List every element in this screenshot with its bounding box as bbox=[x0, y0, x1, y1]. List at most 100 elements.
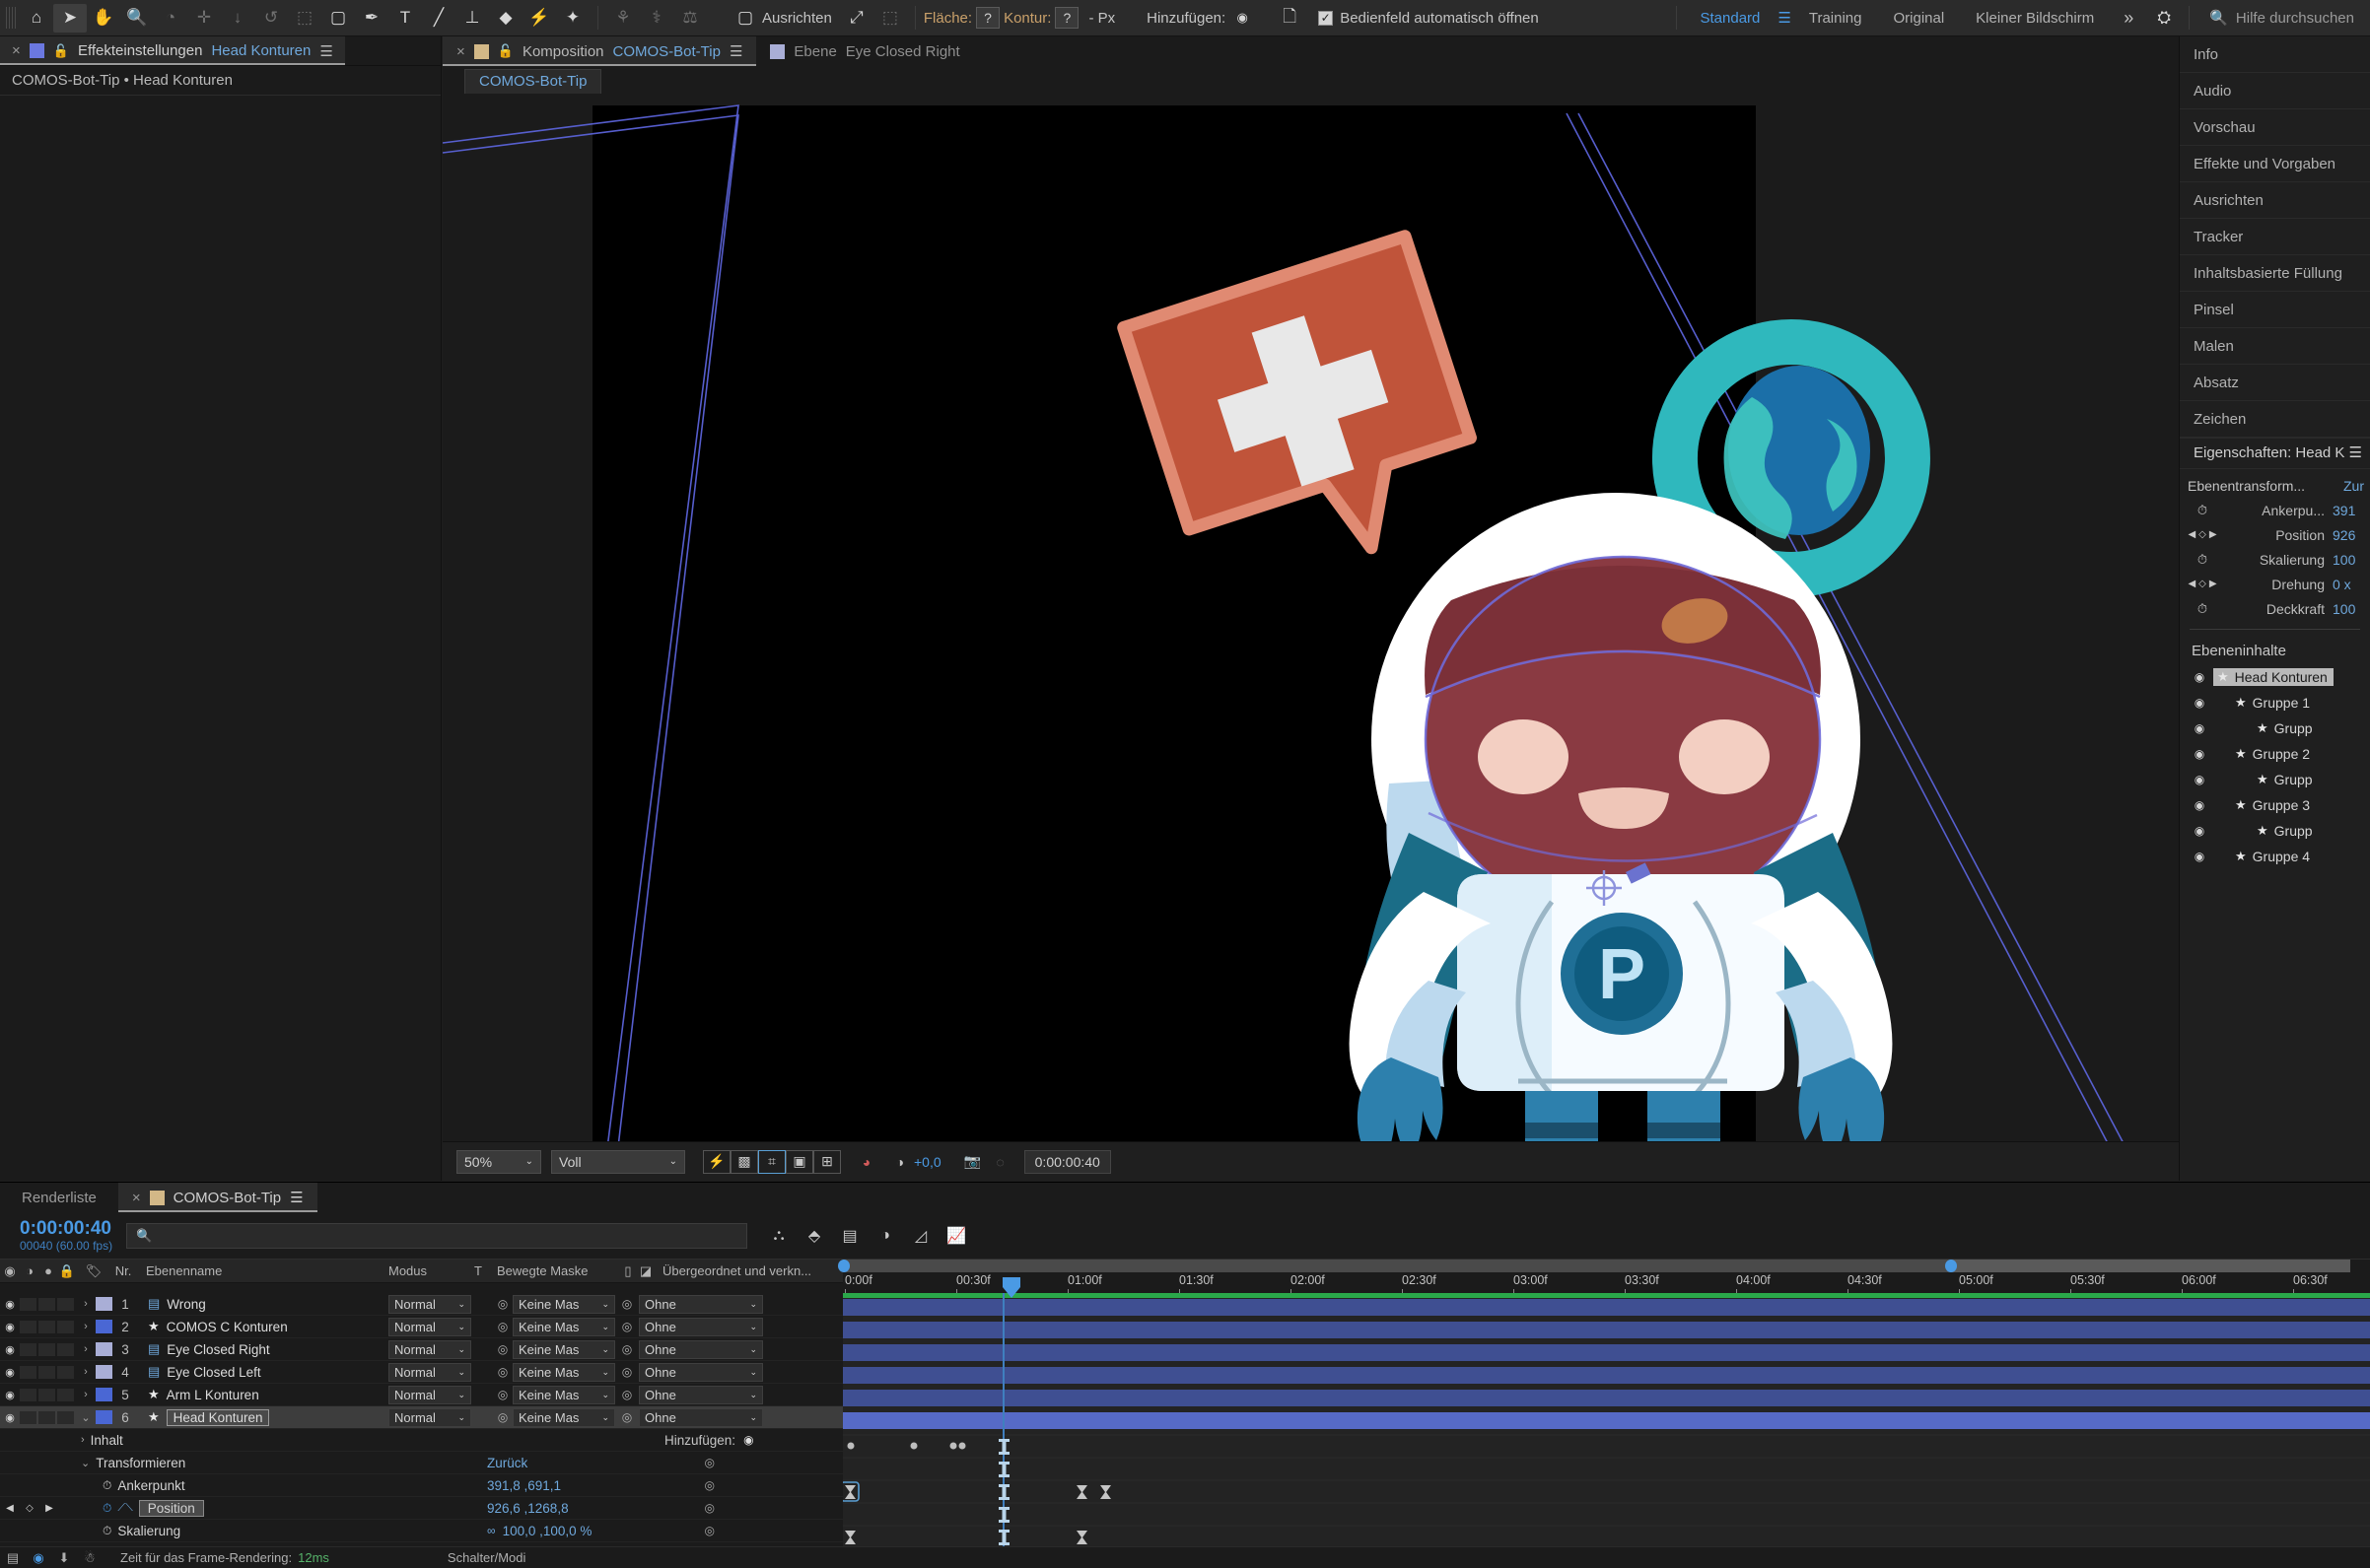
graph-editor-toggle-icon[interactable]: ◉ bbox=[26, 1550, 51, 1566]
sidebar-panel-zeichen[interactable]: Zeichen bbox=[2180, 401, 2370, 438]
layer-audio-toggle[interactable] bbox=[20, 1410, 36, 1424]
resolution-select[interactable]: Voll ⌄ bbox=[551, 1149, 685, 1174]
timeline-layer-row[interactable]: ◉ › 5 ★ Arm L Konturen Normal ⌄ ◎ Keine Mas ⌄ ◎ Ohn… bbox=[0, 1384, 843, 1406]
parent-pickwhip-icon[interactable]: ◎ bbox=[615, 1388, 639, 1401]
hand-tool[interactable]: ✋ bbox=[87, 4, 120, 33]
contents-tree-item[interactable]: ◉ ★ Gruppe 4 bbox=[2186, 844, 2370, 869]
layer-twirl-icon[interactable]: › bbox=[76, 1298, 96, 1310]
timeline-property-row[interactable]: ◀ ◇ ▶ ⏱ ⟋⟍ Position 926,6 ,1268,8 ◎ bbox=[0, 1497, 843, 1520]
switches-modes-label[interactable]: Schalter/Modi bbox=[448, 1550, 525, 1565]
stopwatch-icon[interactable]: ⏱ bbox=[2180, 601, 2225, 617]
stroke-swatch[interactable]: ? bbox=[1055, 7, 1080, 29]
layer-solo-toggle[interactable] bbox=[38, 1388, 55, 1401]
tab-timeline-comp[interactable]: × COMOS-Bot-Tip ☰ bbox=[117, 1183, 317, 1212]
exposure-value[interactable]: +0,0 bbox=[914, 1154, 941, 1170]
layer-parent-select[interactable]: Ohne ⌄ bbox=[639, 1294, 763, 1314]
timeline-layer-row[interactable]: ◉ ⌄ 6 ★ Head Konturen Normal ⌄ ◎ Keine Mas ⌄ ◎ Ohne… bbox=[0, 1406, 843, 1429]
close-icon[interactable]: × bbox=[12, 42, 21, 59]
hide-shy-layers-icon[interactable]: ▤ bbox=[832, 1221, 868, 1251]
keyframe-navigator[interactable]: ◀ ◇ ▶ bbox=[2180, 529, 2225, 540]
layer-label-color[interactable] bbox=[96, 1297, 112, 1311]
workspace-kleiner-bildschirm[interactable]: Kleiner Bildschirm bbox=[1960, 10, 2110, 27]
layer-matte-select[interactable]: Keine Mas ⌄ bbox=[513, 1362, 615, 1382]
roto-brush-2-tool[interactable]: ⚡ bbox=[523, 4, 556, 33]
lock-icon[interactable]: 🔓 bbox=[498, 43, 514, 59]
eye-icon[interactable]: ◉ bbox=[2186, 721, 2213, 735]
track-matte-icon[interactable]: ◎ bbox=[493, 1410, 513, 1424]
property-value[interactable]: 0 x bbox=[2333, 577, 2370, 592]
layer-audio-toggle[interactable] bbox=[20, 1342, 36, 1356]
sidebar-panel-tracker[interactable]: Tracker bbox=[2180, 219, 2370, 255]
layer-matte-select[interactable]: Keine Mas ⌄ bbox=[513, 1339, 615, 1359]
lock-icon[interactable]: 🔓 bbox=[53, 43, 69, 59]
layer-parent-select[interactable]: Ohne ⌄ bbox=[639, 1339, 763, 1359]
next-keyframe-icon[interactable]: ▶ bbox=[45, 1503, 53, 1514]
eye-icon[interactable]: ◉ bbox=[2186, 824, 2213, 838]
property-value[interactable]: Zurück bbox=[487, 1456, 527, 1470]
layer-matte-select[interactable]: Keine Mas ⌄ bbox=[513, 1385, 615, 1404]
next-keyframe-icon[interactable]: ▶ bbox=[2209, 579, 2217, 589]
tab-effect-controls[interactable]: × 🔓 Effekteinstellungen Head Konturen ☰ bbox=[0, 36, 345, 65]
property-value[interactable]: 100 bbox=[2333, 552, 2370, 568]
track-matte-icon[interactable]: ◎ bbox=[493, 1297, 513, 1311]
timeline-property-row[interactable]: ⌄ Transformieren Zurück ◎ bbox=[0, 1452, 843, 1474]
parent-pickwhip-icon[interactable]: ◎ bbox=[615, 1320, 639, 1333]
transform-reset-link[interactable]: Zur bbox=[2343, 478, 2370, 494]
property-row[interactable]: ⏱ Skalierung 100 bbox=[2180, 547, 2370, 572]
fast-preview-icon[interactable]: ⚡ bbox=[703, 1149, 731, 1174]
sidebar-panel-effekte-und-vorgaben[interactable]: Effekte und Vorgaben bbox=[2180, 146, 2370, 182]
workspace-standard[interactable]: Standard bbox=[1685, 10, 1777, 27]
channel-rgb-icon[interactable]: ◕ bbox=[853, 1150, 880, 1174]
workspace-overflow-icon[interactable]: » bbox=[2110, 8, 2147, 29]
time-navigator-range[interactable] bbox=[843, 1260, 1951, 1272]
layer-label-color[interactable] bbox=[96, 1342, 112, 1356]
sidebar-panel-pinsel[interactable]: Pinsel bbox=[2180, 292, 2370, 328]
transform-section-header[interactable]: Ebenentransform... Zur bbox=[2180, 473, 2370, 498]
layer-name-cell[interactable]: ▤ Wrong bbox=[138, 1296, 384, 1312]
graph-icon[interactable]: ⟋⟍ bbox=[117, 1502, 132, 1515]
timeline-property-row[interactable]: ⏱ Skalierung ∞ 100,0 ,100,0 % ◎ bbox=[0, 1520, 843, 1542]
region-of-interest-icon[interactable]: ⌗ bbox=[758, 1149, 786, 1174]
prev-keyframe-icon[interactable]: ◀ bbox=[2188, 579, 2196, 589]
property-row[interactable]: ⏱ Deckkraft 100 bbox=[2180, 596, 2370, 621]
type-tool[interactable]: T bbox=[388, 4, 422, 33]
next-keyframe-icon[interactable]: ▶ bbox=[2209, 529, 2217, 540]
workspace-training[interactable]: Training bbox=[1793, 10, 1878, 27]
property-value[interactable]: 926,6 ,1268,8 bbox=[487, 1501, 569, 1516]
panel-menu-icon[interactable]: ☰ bbox=[2349, 438, 2362, 469]
property-value[interactable]: 926 bbox=[2333, 527, 2370, 543]
help-search[interactable]: 🔍 Hilfe durchsuchen bbox=[2197, 9, 2354, 28]
comp-timecode[interactable]: 0:00:00:40 bbox=[1023, 1149, 1111, 1174]
exposure-reset-icon[interactable]: ◑ bbox=[886, 1150, 914, 1174]
property-row[interactable]: ◀ ◇ ▶ Drehung 0 x bbox=[2180, 572, 2370, 596]
toggle-mask-icon[interactable]: ▣ bbox=[786, 1149, 813, 1174]
home-icon[interactable]: ⌂ bbox=[20, 4, 53, 33]
eye-icon[interactable]: ◉ bbox=[2186, 670, 2213, 684]
workspace-settings-icon[interactable]: ⛭ bbox=[2147, 4, 2181, 33]
track-matte-icon[interactable]: ◎ bbox=[493, 1365, 513, 1379]
add-keyframe-icon[interactable]: ◇ bbox=[2198, 579, 2206, 589]
layer-lock-toggle[interactable] bbox=[57, 1365, 74, 1379]
add-property-label[interactable]: Hinzufügen: bbox=[664, 1433, 735, 1448]
layer-video-toggle[interactable]: ◉ bbox=[0, 1298, 20, 1311]
layer-audio-toggle[interactable] bbox=[20, 1297, 36, 1311]
panel-menu-icon[interactable]: ☰ bbox=[730, 42, 742, 60]
snap-icon[interactable]: ⤢ bbox=[840, 4, 873, 33]
toolbar-grip[interactable] bbox=[6, 7, 16, 29]
puppet-starch-tool[interactable]: ⚘ bbox=[606, 4, 640, 33]
layer-parent-select[interactable]: Ohne ⌄ bbox=[639, 1385, 763, 1404]
track-matte-icon[interactable]: ◎ bbox=[493, 1388, 513, 1401]
puppet-overlap-tool[interactable]: ⚕ bbox=[640, 4, 673, 33]
layer-matte-select[interactable]: Keine Mas ⌄ bbox=[513, 1407, 615, 1427]
puppet-pin-tool[interactable]: ⬚ bbox=[288, 4, 321, 33]
property-row[interactable]: ◀ ◇ ▶ Position 926 bbox=[2180, 522, 2370, 547]
puppet-position-tool[interactable]: ✦ bbox=[556, 4, 590, 33]
composition-profile-icon[interactable]: 🗋 bbox=[1273, 4, 1306, 33]
layer-lock-toggle[interactable] bbox=[57, 1320, 74, 1333]
eye-icon[interactable]: ◉ bbox=[2186, 773, 2213, 786]
eye-icon[interactable]: ◉ bbox=[2186, 747, 2213, 761]
composition-viewer[interactable]: P bbox=[443, 94, 2179, 1141]
layer-twirl-icon[interactable]: › bbox=[76, 1343, 96, 1355]
timeline-current-time[interactable]: 0:00:00:40 bbox=[20, 1218, 112, 1240]
pen-tool[interactable]: ✒ bbox=[355, 4, 388, 33]
